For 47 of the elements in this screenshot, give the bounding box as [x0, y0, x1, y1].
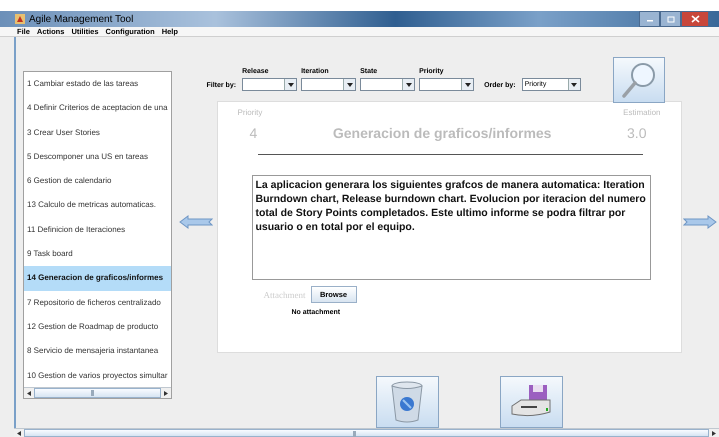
dropdown-arrow-icon	[464, 82, 471, 86]
story-list-item[interactable]: 7 Repositorio de ficheros centralizado	[24, 290, 171, 315]
story-list-item[interactable]: 13 Calculo de metricas automaticas.	[24, 193, 171, 218]
story-list-item[interactable]: 14 Generacion de graficos/informes	[24, 266, 171, 291]
estimation-value: 3.0	[627, 125, 646, 141]
maximize-icon	[666, 16, 674, 22]
description-field[interactable]: La aplicacion generara los siguientes grafcos de manera automatica: Iteration Burndown chart, Release burndown chart. Evolucion por iteracion del numero total de Story Points completados. Este ultimo informe se podra filtrar por usuario o en total por el equipo.	[252, 175, 650, 280]
app-icon	[15, 14, 25, 24]
close-icon	[690, 15, 700, 23]
story-list-item[interactable]: 6 Gestion de calendario	[24, 169, 171, 194]
filter-dropdown[interactable]	[242, 78, 298, 91]
scroll-right-icon[interactable]	[712, 430, 716, 436]
story-list-item[interactable]: 10 Gestion de varios proyectos simultar	[24, 364, 171, 387]
close-button[interactable]	[681, 11, 709, 27]
maximize-button[interactable]	[660, 11, 681, 27]
scroll-right-icon[interactable]	[164, 390, 168, 396]
story-list-item[interactable]: 11 Definicion de Iteraciones	[24, 218, 171, 242]
story-list-item[interactable]: 5 Descomponer una US en tareas	[24, 144, 171, 170]
scroll-left-icon[interactable]	[17, 430, 21, 436]
scroll-left-icon[interactable]	[27, 390, 31, 396]
story-list-item[interactable]: 3 Crear User Stories	[24, 120, 171, 145]
filter-dropdown[interactable]	[419, 78, 474, 91]
minimize-button[interactable]	[639, 11, 660, 27]
dropdown-arrow-icon	[406, 82, 412, 86]
dropdown-arrow-icon	[288, 82, 294, 86]
filter-dropdown[interactable]	[301, 78, 356, 91]
story-list-item[interactable]: 9 Task board	[24, 242, 171, 266]
search-button[interactable]	[612, 57, 665, 103]
previous-arrow-icon[interactable]	[178, 214, 213, 228]
story-list-item[interactable]: 1 Cambiar estado de las tareas	[24, 72, 171, 96]
story-title: Generacion de graficos/informes	[332, 125, 552, 141]
dropdown-arrow-icon	[346, 82, 353, 86]
horizontal-scrollbar[interactable]	[24, 387, 171, 398]
estimation-label: Estimation	[623, 108, 660, 117]
story-list-item[interactable]: 12 Gestion de Roadmap de producto	[24, 314, 171, 340]
priority-value: 4	[250, 125, 258, 141]
horizontal-scrollbar[interactable]	[14, 428, 719, 437]
trash-icon	[390, 380, 424, 424]
filter-dropdown[interactable]	[360, 78, 416, 91]
story-list-item[interactable]: 8 Servicio de mensajeria instantanea	[24, 339, 171, 364]
window-title: Agile Management Tool	[29, 14, 134, 24]
save-button[interactable]	[500, 376, 562, 428]
dropdown-arrow-icon	[571, 82, 578, 86]
story-list-item[interactable]: 4 Definir Criterios de aceptacion de una	[24, 96, 171, 121]
priority-label: Priority	[238, 108, 262, 117]
next-arrow-icon[interactable]	[683, 214, 718, 228]
delete-button[interactable]	[376, 376, 438, 428]
